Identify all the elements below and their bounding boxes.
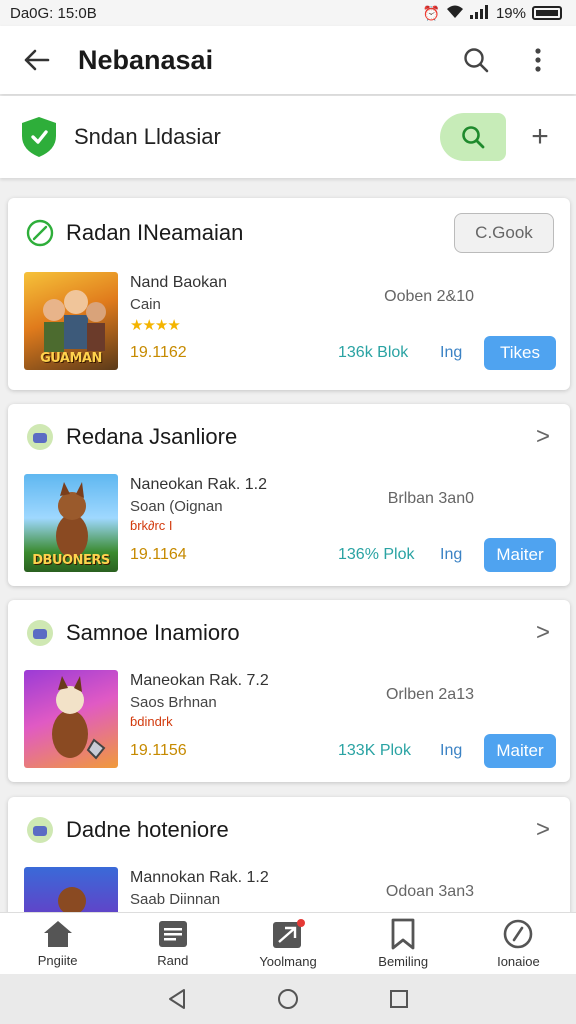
- search-icon: [464, 48, 489, 73]
- game-badge-icon: [24, 814, 56, 846]
- signal-icon: [469, 4, 490, 22]
- status-time: Da0G: 15:0B: [10, 4, 97, 22]
- nav-item-profile[interactable]: Ionaioe: [461, 913, 576, 974]
- release-date: Brlban 3an0: [387, 490, 474, 507]
- search-icon: [462, 126, 485, 149]
- nav-label: Rand: [157, 953, 189, 968]
- alarm-icon: ⏰: [422, 4, 440, 21]
- game-badge-icon: [24, 421, 56, 453]
- game-name: Naneokan Rak. 1.2: [130, 476, 267, 493]
- more-options-button[interactable]: [516, 38, 560, 82]
- shield-icon: [22, 117, 56, 157]
- home-circle-icon[interactable]: [277, 988, 299, 1010]
- search-card-label: Sndan Lldasiar: [74, 124, 221, 149]
- game-subtitle: Soan (Oignan: [130, 498, 223, 515]
- add-button[interactable]: +: [524, 120, 556, 154]
- rating-stars: ★★★★: [130, 317, 181, 334]
- card-title: Samnoe Inamioro: [66, 620, 240, 645]
- arrow-left-icon: [24, 49, 50, 71]
- search-button[interactable]: [454, 38, 498, 82]
- recents-square-icon[interactable]: [389, 989, 409, 1009]
- download-count: 19.1156: [130, 742, 187, 759]
- download-count: 19.1164: [130, 546, 187, 563]
- game-thumbnail[interactable]: GUAMAN: [24, 272, 118, 370]
- chevron-right-icon[interactable]: >: [536, 619, 550, 647]
- list-icon: [158, 921, 187, 947]
- language: Ing: [440, 742, 463, 759]
- nav-label: Pngiite: [37, 953, 78, 968]
- status-bar: Da0G: 15:0B ⏰ 19%: [0, 0, 576, 26]
- check-button[interactable]: C.Gook: [454, 213, 554, 253]
- card-title: Dadne hoteniore: [66, 817, 229, 842]
- game-icon: [273, 919, 305, 948]
- wifi-icon: [446, 5, 464, 22]
- search-card: Sndan Lldasiar +: [0, 96, 576, 178]
- nav-item-bookmarks[interactable]: Bemiling: [346, 913, 461, 974]
- search-pill-button[interactable]: [440, 113, 506, 161]
- game-thumbnail[interactable]: [24, 670, 118, 768]
- game-subtitle: Saos Brhnan: [130, 694, 217, 711]
- file-size: 133K Plok: [338, 742, 411, 759]
- battery-percent: 19%: [495, 4, 526, 22]
- battery-icon: [532, 6, 562, 20]
- bookmark-icon: [391, 918, 415, 950]
- thumbnail-caption: GUAMAN: [40, 351, 102, 366]
- nav-label: Yoolmang: [259, 954, 317, 969]
- action-button[interactable]: Maiter: [484, 734, 556, 768]
- nav-label: Ionaioe: [497, 954, 540, 969]
- game-name: Maneokan Rak. 7.2: [130, 672, 269, 689]
- card-title: Redana Jsanliore: [66, 424, 238, 449]
- status-icons: ⏰ 19%: [422, 4, 562, 22]
- card-title: Radan INeamaian: [66, 220, 244, 245]
- profile-icon: [504, 919, 533, 949]
- nav-label: Bemiling: [378, 954, 429, 969]
- system-navigation: [0, 974, 576, 1024]
- download-count: 19.1162: [130, 344, 187, 361]
- game-card[interactable]: Redana Jsanliore > DBUONERS Naneokan Rak…: [8, 404, 570, 586]
- release-date: Orlben 2a13: [385, 686, 474, 703]
- back-button[interactable]: [16, 40, 56, 80]
- leaf-icon: [24, 217, 56, 249]
- chevron-right-icon[interactable]: >: [536, 423, 550, 451]
- more-vertical-icon: [535, 48, 541, 72]
- app-bar: Nebanasai: [0, 26, 576, 94]
- file-size: 136k Blok: [338, 344, 409, 361]
- game-subtitle: Cain: [130, 296, 161, 313]
- nav-item-list[interactable]: Rand: [115, 913, 230, 974]
- page-title: Nebanasai: [78, 44, 214, 75]
- chevron-right-icon[interactable]: >: [536, 816, 550, 844]
- bottom-navigation: Pngiite Rand Yoolmang Bemiling Ionaioe: [0, 912, 576, 974]
- nav-item-games[interactable]: Yoolmang: [230, 913, 345, 974]
- rating-stars: ɓdindrk: [130, 714, 173, 729]
- game-card[interactable]: Samnoe Inamioro > Maneokan Rak. 7.2 Saos…: [8, 600, 570, 782]
- release-date: Odoan 3an3: [385, 883, 474, 900]
- action-button[interactable]: Maiter: [484, 538, 556, 572]
- game-name: Mannokan Rak. 1.2: [130, 869, 269, 886]
- home-icon: [43, 921, 72, 947]
- thumbnail-caption: DBUONERS: [32, 553, 110, 568]
- back-triangle-icon[interactable]: [167, 988, 187, 1010]
- game-name: Nand Baokan: [130, 274, 227, 291]
- game-card[interactable]: Radan INeamaian C.Gook GUAMAN Nand Baoka…: [8, 198, 570, 390]
- file-size: 136% Plok: [338, 546, 415, 563]
- game-subtitle: Saab Diinnan: [130, 891, 221, 908]
- release-date: Ooben 2&10: [384, 288, 474, 305]
- game-badge-icon: [24, 617, 56, 649]
- language: Ing: [440, 344, 463, 361]
- game-thumbnail[interactable]: DBUONERS: [24, 474, 118, 572]
- language: Ing: [440, 546, 463, 563]
- rating-stars: ɓrk∂rc I: [130, 518, 173, 533]
- action-button[interactable]: Tikes: [484, 336, 556, 370]
- nav-item-home[interactable]: Pngiite: [0, 913, 115, 974]
